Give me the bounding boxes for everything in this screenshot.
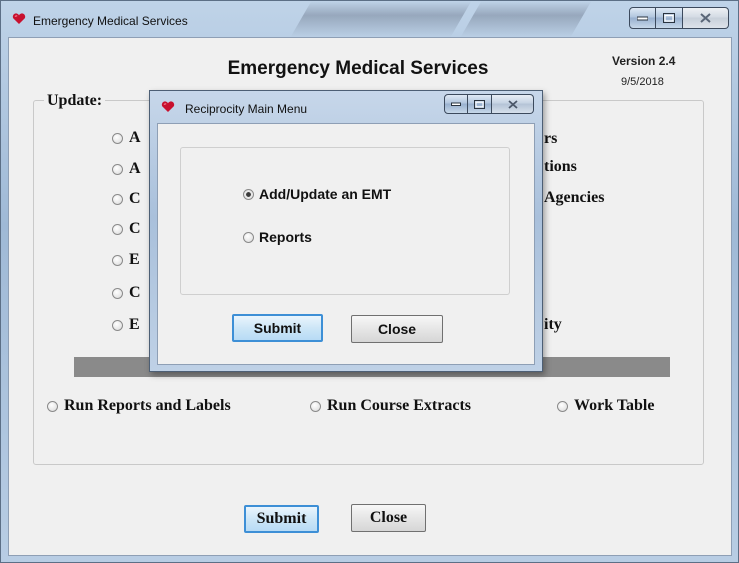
close-icon [700,13,711,23]
reports-label: Reports [259,229,312,245]
submit-button[interactable]: Submit [244,505,319,533]
update-option[interactable]: E [112,316,140,334]
radio-button[interactable] [112,319,123,331]
update-option-label-fragment: tions [544,158,577,175]
work-table-option[interactable]: Work Table [557,397,654,415]
dialog-options-groupbox [180,147,510,295]
radio-button[interactable] [310,400,321,412]
update-option-label: C [129,220,141,237]
radio-button[interactable] [112,132,123,144]
radio-button[interactable] [112,254,123,266]
radio-button-selected[interactable] [243,188,254,200]
run-course-extracts-label: Run Course Extracts [327,397,471,414]
add-update-emt-label: Add/Update an EMT [259,186,392,202]
update-option-label: E [129,316,140,333]
titlebar-glass [460,1,592,37]
maximize-button[interactable] [656,7,683,29]
radio-button[interactable] [112,163,123,175]
minimize-button[interactable] [629,7,656,29]
minimize-icon [637,16,648,21]
heart-icon [12,13,26,24]
maximize-icon [474,99,485,109]
dialog-close-button[interactable] [492,94,534,114]
dialog-submit-button[interactable]: Submit [232,314,323,342]
heart-icon [161,101,175,112]
radio-button[interactable] [557,400,568,412]
update-option-label: A [129,160,141,177]
close-button[interactable]: Close [351,504,426,532]
version-label: Version 2.4 [612,54,676,68]
update-option-label: C [129,284,141,301]
minimize-icon [451,102,461,106]
update-option[interactable]: C [112,284,141,302]
run-reports-option[interactable]: Run Reports and Labels [47,397,231,415]
maximize-icon [663,13,675,23]
run-reports-label: Run Reports and Labels [64,397,231,414]
close-icon [507,99,518,109]
update-option[interactable]: C [112,220,141,238]
update-option[interactable]: C [112,190,141,208]
reports-option[interactable]: Reports [243,229,312,245]
titlebar-glass [290,1,472,37]
update-option[interactable]: A [112,160,141,178]
update-option-label: E [129,251,140,268]
radio-button[interactable] [112,287,123,299]
main-titlebar[interactable]: Emergency Medical Services [1,1,738,37]
dialog-minimize-button[interactable] [444,94,468,114]
dialog-titlebar[interactable]: Reciprocity Main Menu [150,91,542,121]
caption-buttons [629,7,729,29]
version-date: 9/5/2018 [621,76,664,88]
work-table-label: Work Table [574,397,655,414]
dialog-close-text-button[interactable]: Close [351,315,443,343]
run-course-extracts-option[interactable]: Run Course Extracts [310,397,471,415]
update-option-label-fragment: ity [544,316,562,333]
dialog-maximize-button[interactable] [468,94,492,114]
window-title: Emergency Medical Services [33,14,188,28]
radio-button[interactable] [112,193,123,205]
add-update-emt-option[interactable]: Add/Update an EMT [243,186,391,202]
update-option-label-fragment: rs [544,130,558,147]
dialog-title: Reciprocity Main Menu [185,102,308,116]
radio-button[interactable] [112,223,123,235]
radio-button[interactable] [47,400,58,412]
app-title: Emergency Medical Services [227,58,489,79]
close-button[interactable] [683,7,729,29]
update-option-label: A [129,129,141,146]
update-groupbox-label: Update: [44,92,106,110]
update-option[interactable]: E [112,251,140,269]
radio-button[interactable] [243,231,254,243]
update-option[interactable]: A [112,129,141,147]
update-option-label-fragment: Agencies [544,189,605,206]
dialog-caption-buttons [444,94,534,114]
update-option-label: C [129,190,141,207]
